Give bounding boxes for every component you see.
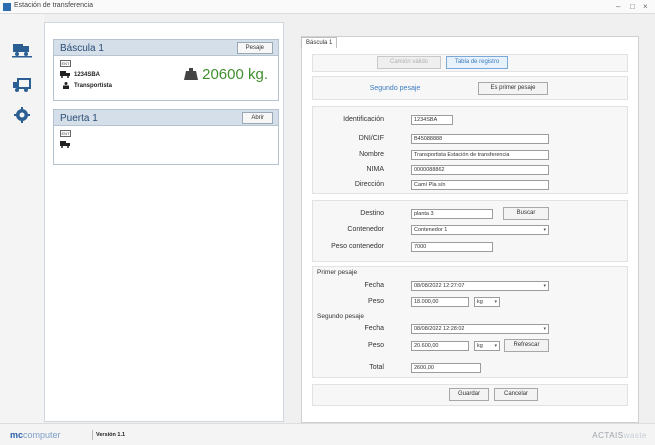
- dni-label: DNI/CIF: [358, 135, 384, 142]
- scale-card-title: Báscula 1: [60, 43, 104, 54]
- second-date-value: 08/08/2022 12:28:02: [414, 326, 465, 332]
- second-weighing-title: Segundo pesaje: [317, 313, 364, 320]
- valid-truck-button[interactable]: Camión válido: [377, 56, 441, 69]
- dni-field[interactable]: B45088888: [411, 134, 549, 144]
- cancel-button[interactable]: Cancelar: [494, 388, 538, 401]
- weight-icon: [184, 68, 198, 80]
- plate-number: 1234SBA: [74, 72, 101, 78]
- window-title: Estación de transferencia: [14, 2, 93, 9]
- first-date-field[interactable]: 08/08/2022 12:27:07 ▾: [411, 281, 549, 291]
- devices-panel: Báscula 1 Pesaje ENT 1234SBA Transportis…: [44, 22, 284, 422]
- actais-logo: ACTAISwaste: [592, 431, 647, 440]
- first-weighing-title: Primer pesaje: [317, 269, 358, 276]
- first-unit-value: kg: [477, 299, 483, 305]
- second-unit-value: kg: [477, 343, 483, 349]
- minimize-button[interactable]: –: [616, 2, 620, 11]
- weight-reading: 20600 kg.: [202, 66, 268, 83]
- container-weight-label: Peso contenedor: [331, 243, 384, 250]
- app-icon: [3, 3, 11, 11]
- container-label: Contenedor: [347, 226, 384, 233]
- logo-sub: computer: [23, 430, 61, 440]
- address-field[interactable]: Camí Pla s/n: [411, 180, 549, 190]
- weigh-button[interactable]: Pesaje: [236, 42, 273, 54]
- truck-load-icon[interactable]: [12, 76, 32, 94]
- identification-label: Identificación: [343, 116, 384, 123]
- second-date-field[interactable]: 08/08/2022 12:28:02 ▾: [411, 324, 549, 334]
- first-weighing-button[interactable]: Es primer pesaje: [478, 82, 548, 95]
- entry-badge: ENT: [60, 60, 71, 67]
- gate-card: Puerta 1 Abrir ENT: [53, 109, 279, 165]
- first-weight-label: Peso: [368, 298, 384, 305]
- chevron-down-icon: ▾: [494, 343, 497, 349]
- scale-card: Báscula 1 Pesaje ENT 1234SBA Transportis…: [53, 39, 279, 101]
- person-icon: [63, 82, 69, 89]
- second-weight-field[interactable]: 20.600,00: [411, 341, 469, 351]
- container-weight-field[interactable]: 7000: [411, 242, 493, 252]
- sidebar: [0, 14, 44, 423]
- close-button[interactable]: ×: [643, 2, 648, 11]
- name-label: Nombre: [359, 151, 384, 158]
- gate-card-header: Puerta 1 Abrir: [54, 110, 278, 126]
- destination-field[interactable]: planta 3: [411, 209, 493, 219]
- second-weighing-mode[interactable]: Segundo pesaje: [360, 82, 430, 95]
- calendar-dropdown-icon[interactable]: ▾: [543, 325, 546, 333]
- nima-label: NIMA: [366, 166, 385, 173]
- second-unit-select[interactable]: kg ▾: [474, 341, 500, 351]
- maximize-button[interactable]: □: [630, 2, 635, 11]
- chevron-down-icon: ▾: [543, 227, 546, 233]
- first-unit-select[interactable]: kg ▾: [474, 297, 500, 307]
- entry-badge: ENT: [60, 130, 71, 137]
- open-gate-button[interactable]: Abrir: [242, 112, 273, 124]
- chevron-down-icon: ▾: [494, 299, 497, 305]
- logo-main: mc: [10, 430, 24, 440]
- identification-field[interactable]: 1234SBA: [411, 115, 453, 125]
- scale-truck-icon[interactable]: [12, 40, 32, 58]
- scale-card-header: Báscula 1 Pesaje: [54, 40, 278, 56]
- first-date-value: 08/08/2022 12:27:07: [414, 283, 465, 289]
- divider: [92, 430, 93, 440]
- second-date-label: Fecha: [364, 325, 384, 332]
- brand-main: ACTAIS: [592, 431, 624, 440]
- nima-field[interactable]: 0000088862: [411, 165, 549, 175]
- name-field[interactable]: Transportista Estación de transferencia: [411, 150, 549, 160]
- gear-icon[interactable]: [12, 106, 32, 124]
- search-button[interactable]: Buscar: [503, 207, 549, 220]
- total-label: Total: [369, 364, 384, 371]
- mc-computer-logo: mccomputer: [10, 430, 61, 440]
- brand-accent: waste: [623, 431, 647, 440]
- truck-icon: [60, 141, 70, 148]
- destination-label: Destino: [360, 210, 384, 217]
- total-field[interactable]: 2600,00: [411, 363, 481, 373]
- first-weight-field[interactable]: 18.000,00: [411, 297, 469, 307]
- truck-icon: [60, 71, 70, 78]
- status-bar: mccomputer Versión 1.1 ACTAISwaste: [0, 423, 655, 445]
- first-date-label: Fecha: [364, 282, 384, 289]
- calendar-dropdown-icon[interactable]: ▾: [543, 282, 546, 290]
- tab-scale-1[interactable]: Báscula 1: [301, 37, 338, 48]
- version-label: Versión 1.1: [96, 432, 126, 438]
- save-button[interactable]: Guardar: [449, 388, 489, 401]
- address-label: Dirección: [354, 181, 384, 188]
- registry-table-button[interactable]: Tabla de registro: [446, 56, 508, 69]
- gate-card-title: Puerta 1: [60, 113, 98, 124]
- transporter-name: Transportista: [74, 83, 113, 89]
- container-select-value: Contenedor 1: [414, 227, 448, 233]
- refresh-button[interactable]: Refrescar: [504, 339, 549, 352]
- title-bar: Estación de transferencia – □ ×: [0, 0, 655, 14]
- container-select[interactable]: Contenedor 1 ▾: [411, 225, 549, 235]
- second-weight-label: Peso: [368, 342, 384, 349]
